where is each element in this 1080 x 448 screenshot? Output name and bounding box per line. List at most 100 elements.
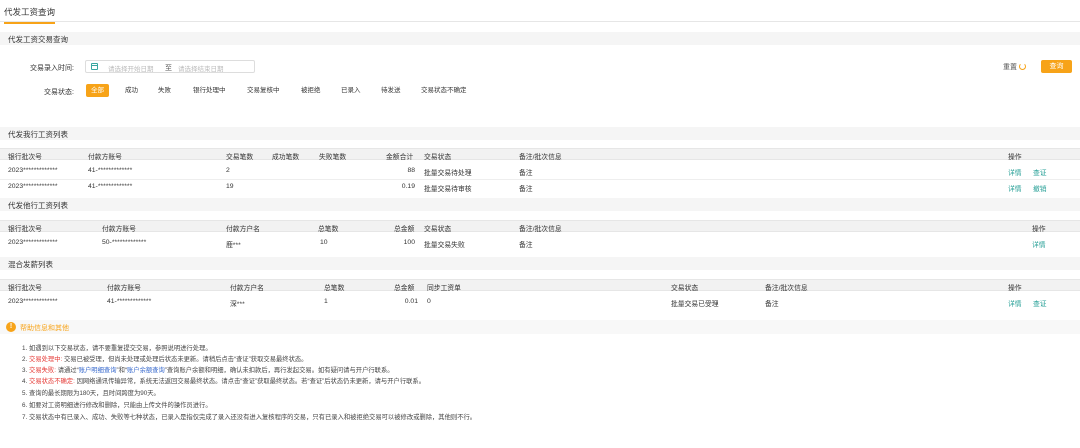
start-date-input[interactable]: 请选择开始日期: [108, 63, 154, 73]
table2-title: 代发他行工资列表: [8, 201, 68, 210]
col-remark: 备注/批次信息: [519, 226, 562, 233]
status-pending-send-button[interactable]: 待发送: [376, 84, 406, 97]
col-account: 付款方账号: [88, 154, 122, 161]
col-remark: 备注/批次信息: [765, 285, 808, 292]
total-amount: 88: [407, 167, 415, 174]
verify-link[interactable]: 查证: [1033, 298, 1047, 308]
remark: 备注: [765, 301, 779, 308]
status-label: 交易状态:: [44, 89, 74, 96]
col-success: 成功笔数: [272, 154, 300, 161]
table3-header: 混合发薪列表: [0, 257, 1080, 270]
cancel-link[interactable]: 撤销: [1033, 183, 1047, 193]
payer-name: 鹿***: [226, 242, 241, 249]
col-total-amount: 总金额: [394, 226, 415, 233]
help-text: ”查询账户余额和明细，确认未扣款后，再行发起交易。如有疑问请与开户行联系。: [164, 367, 394, 374]
col-payer-name: 付款方户名: [226, 226, 260, 233]
batch-no: 2023*************: [8, 298, 58, 305]
help-header: ! 帮助信息和其他: [0, 320, 1080, 334]
verify-link[interactable]: 查证: [1033, 167, 1047, 177]
table2-head: 银行批次号 付款方账号 付款方户名 总笔数 总金额 交易状态 备注/批次信息 操…: [0, 220, 1080, 233]
txn-status: 批量交易待审核: [424, 186, 472, 193]
help-title: 帮助信息和其他: [20, 325, 69, 332]
batch-no: 2023*************: [8, 239, 58, 246]
status-processing-button[interactable]: 银行处理中: [188, 84, 231, 97]
col-account: 付款方账号: [107, 285, 141, 292]
total-count: 10: [320, 239, 328, 246]
payer-account: 41-*************: [88, 183, 133, 190]
detail-link[interactable]: 详情: [1032, 239, 1046, 249]
status-rejected-button[interactable]: 被拒绝: [296, 84, 326, 97]
status-failed-button[interactable]: 失败: [153, 84, 176, 97]
help-line-4: 4. 交易状态不确定: 因网络通讯传输异常，系统无法返回交易最终状态。请点击“查…: [22, 376, 425, 385]
help-text: 因网络通讯传输异常，系统无法返回交易最终状态。请点击“查证”获取最终状态。若“查…: [74, 378, 426, 385]
search-button[interactable]: 查询: [1041, 60, 1072, 73]
status-reviewing-button[interactable]: 交易复核中: [242, 84, 285, 97]
batch-no: 2023*************: [8, 167, 58, 174]
status-entered-button[interactable]: 已录入: [336, 84, 366, 97]
col-action: 操作: [1032, 226, 1046, 233]
col-action: 操作: [1008, 154, 1022, 161]
col-account: 付款方账号: [102, 226, 136, 233]
detail-link[interactable]: 详情: [1008, 183, 1022, 193]
account-balance-query-link[interactable]: 账户余额查询: [127, 367, 165, 374]
table1-title: 代发我行工资列表: [8, 130, 68, 139]
detail-link[interactable]: 详情: [1008, 167, 1022, 177]
total-amount: 100: [403, 239, 415, 246]
col-status: 交易状态: [671, 285, 699, 292]
help-num: 2.: [22, 356, 30, 363]
help-uncertain-label: 交易状态不确定:: [29, 378, 75, 385]
help-line-1: 1. 如遇到以下交易状态，请不要重复提交交易，参照说明进行处理。: [22, 345, 212, 352]
help-line-7: 7. 交易状态中有已录入、成功、失败等七种状态，已录入是指仅完成了录入还没有进入…: [22, 414, 477, 421]
table2-header: 代发他行工资列表: [0, 198, 1080, 211]
end-date-input[interactable]: 请选择结束日期: [178, 63, 224, 73]
reset-button[interactable]: 重置: [1003, 62, 1017, 72]
table1-head: 银行批次号 付款方账号 交易笔数 成功笔数 失败笔数 金额合计 交易状态 备注/…: [0, 148, 1080, 161]
help-line-6: 6. 如要对工资明细进行修改和删除，只能由上传文件的操作员进行。: [22, 402, 212, 409]
txn-status: 批量交易失败: [424, 242, 465, 249]
help-text: 交易已被受理，但尚未处理或处理后状态未更新。请稍后点击“查证”获取交易最终状态。: [62, 356, 308, 363]
table3-head: 银行批次号 付款方账号 付款方户名 总笔数 总金额 同步工资单 交易状态 备注/…: [0, 279, 1080, 292]
payer-account: 50-*************: [102, 239, 147, 246]
col-total-count: 总笔数: [318, 226, 339, 233]
status-all-button[interactable]: 全部: [86, 84, 109, 97]
payer-account: 41-*************: [88, 167, 133, 174]
payer-name: 深***: [230, 301, 245, 308]
help-line-3: 3. 交易失败: 请通过“账户明细查询”和“账户余额查询”查询账户余额和明细，确…: [22, 365, 394, 374]
date-range-picker[interactable]: 请选择开始日期 至 请选择结束日期: [85, 60, 255, 73]
col-batch: 银行批次号: [8, 226, 42, 233]
tab-salary-query[interactable]: 代发工资查询: [4, 6, 56, 24]
col-status: 交易状态: [424, 154, 452, 161]
txn-count: 19: [226, 183, 234, 190]
status-success-button[interactable]: 成功: [120, 84, 143, 97]
txn-status: 批量交易已受理: [671, 301, 719, 308]
help-text: ”和“: [116, 367, 127, 374]
col-remark: 备注/批次信息: [519, 154, 562, 161]
help-num: 4.: [22, 378, 30, 385]
table1-header: 代发我行工资列表: [0, 127, 1080, 140]
col-status: 交易状态: [424, 226, 452, 233]
status-uncertain-button[interactable]: 交易状态不确定: [416, 84, 472, 97]
help-line-5: 5. 查询的最长期限为180天，且时间跨度为90天。: [22, 390, 160, 397]
account-detail-query-link[interactable]: 账户明细查询: [79, 367, 117, 374]
remark: 备注: [519, 170, 533, 177]
total-amount: 0.19: [401, 183, 415, 190]
col-batch: 银行批次号: [8, 154, 42, 161]
batch-no: 2023*************: [8, 183, 58, 190]
txn-count: 2: [226, 167, 230, 174]
info-icon: !: [6, 322, 16, 332]
row-divider: [0, 179, 1080, 180]
help-num: 3.: [22, 367, 30, 374]
col-total-amount: 总金额: [394, 285, 415, 292]
payer-account: 41-*************: [107, 298, 152, 305]
refresh-icon[interactable]: [1019, 63, 1026, 70]
sync-payroll: 0: [427, 298, 431, 305]
tab-bar: 代发工资查询: [0, 0, 1080, 24]
detail-link[interactable]: 详情: [1008, 298, 1022, 308]
col-count: 交易笔数: [226, 154, 254, 161]
col-payer-name: 付款方户名: [230, 285, 264, 292]
help-text: 请通过“: [55, 367, 79, 374]
col-failed: 失败笔数: [319, 154, 347, 161]
help-processing-label: 交易处理中:: [29, 356, 63, 363]
help-failed-label: 交易失败:: [29, 367, 56, 374]
total-count: 1: [324, 298, 328, 305]
